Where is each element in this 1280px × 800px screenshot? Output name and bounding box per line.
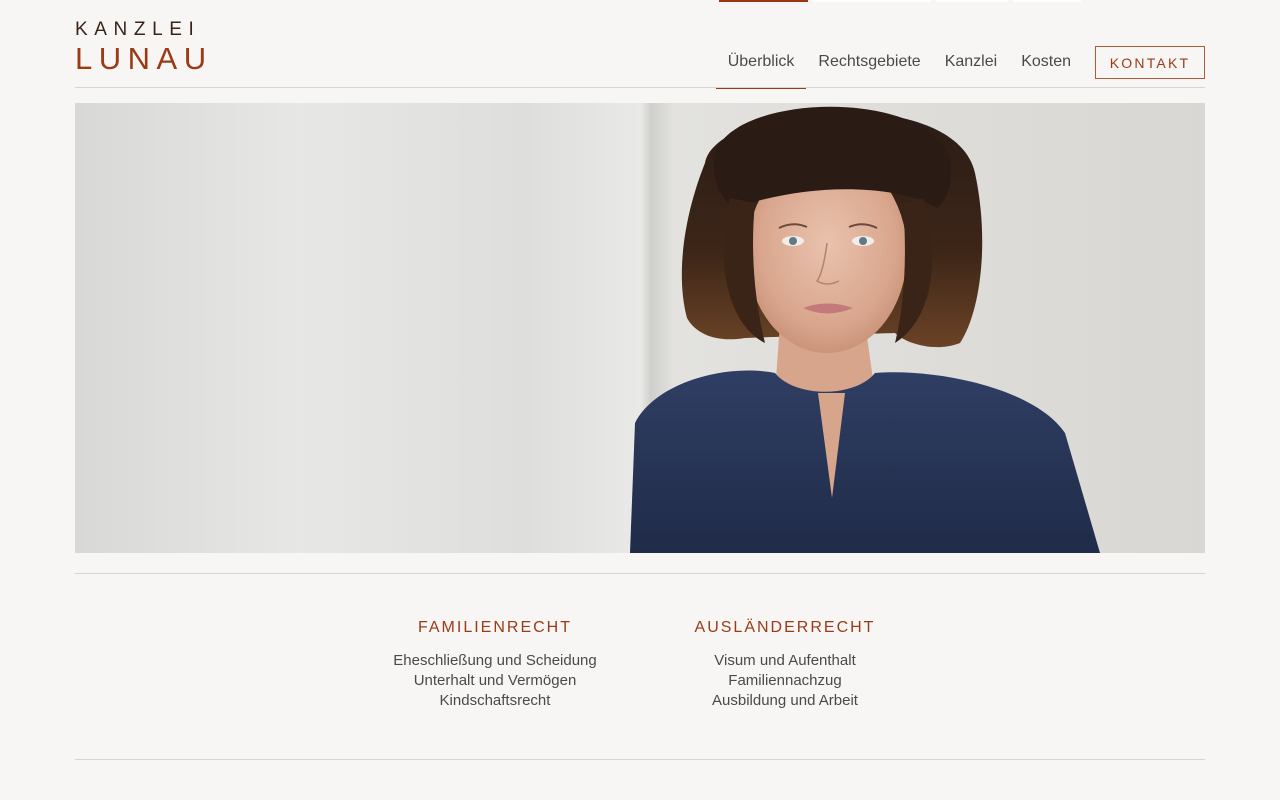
area-title[interactable]: FAMILIENRECHT [375, 619, 615, 637]
main-nav: Überblick Rechtsgebiete Kanzlei Kosten K… [715, 46, 1205, 89]
contact-button[interactable]: KONTAKT [1095, 46, 1205, 79]
site-header: KANZLEI LUNAU Überblick Rechtsgebiete Ka… [75, 0, 1205, 89]
nav-item-ueberblick[interactable]: Überblick [715, 46, 807, 89]
area-auslaenderrecht: AUSLÄNDERRECHT Visum und Aufenthalt Fami… [665, 619, 905, 711]
logo-line-2: LUNAU [75, 41, 213, 76]
nav-item-kanzlei[interactable]: Kanzlei [933, 46, 1009, 88]
logo-line-1: KANZLEI [75, 19, 201, 40]
area-link[interactable]: Ausbildung und Arbeit [665, 691, 905, 711]
portrait-photo-icon [75, 103, 1205, 553]
area-link[interactable]: Visum und Aufenthalt [665, 651, 905, 671]
nav-item-rechtsgebiete[interactable]: Rechtsgebiete [806, 46, 932, 88]
section-divider [75, 759, 1205, 760]
area-link[interactable]: Kindschaftsrecht [375, 691, 615, 711]
nav-item-kosten[interactable]: Kosten [1009, 46, 1083, 88]
hero-image [75, 103, 1205, 553]
area-link[interactable]: Eheschließung und Scheidung [375, 651, 615, 671]
area-link[interactable]: Familiennachzug [665, 671, 905, 691]
area-title[interactable]: AUSLÄNDERRECHT [665, 619, 905, 637]
site-logo[interactable]: KANZLEI LUNAU [75, 20, 213, 74]
area-familienrecht: FAMILIENRECHT Eheschließung und Scheidun… [375, 619, 615, 711]
area-link[interactable]: Unterhalt und Vermögen [375, 671, 615, 691]
section-divider [75, 573, 1205, 574]
